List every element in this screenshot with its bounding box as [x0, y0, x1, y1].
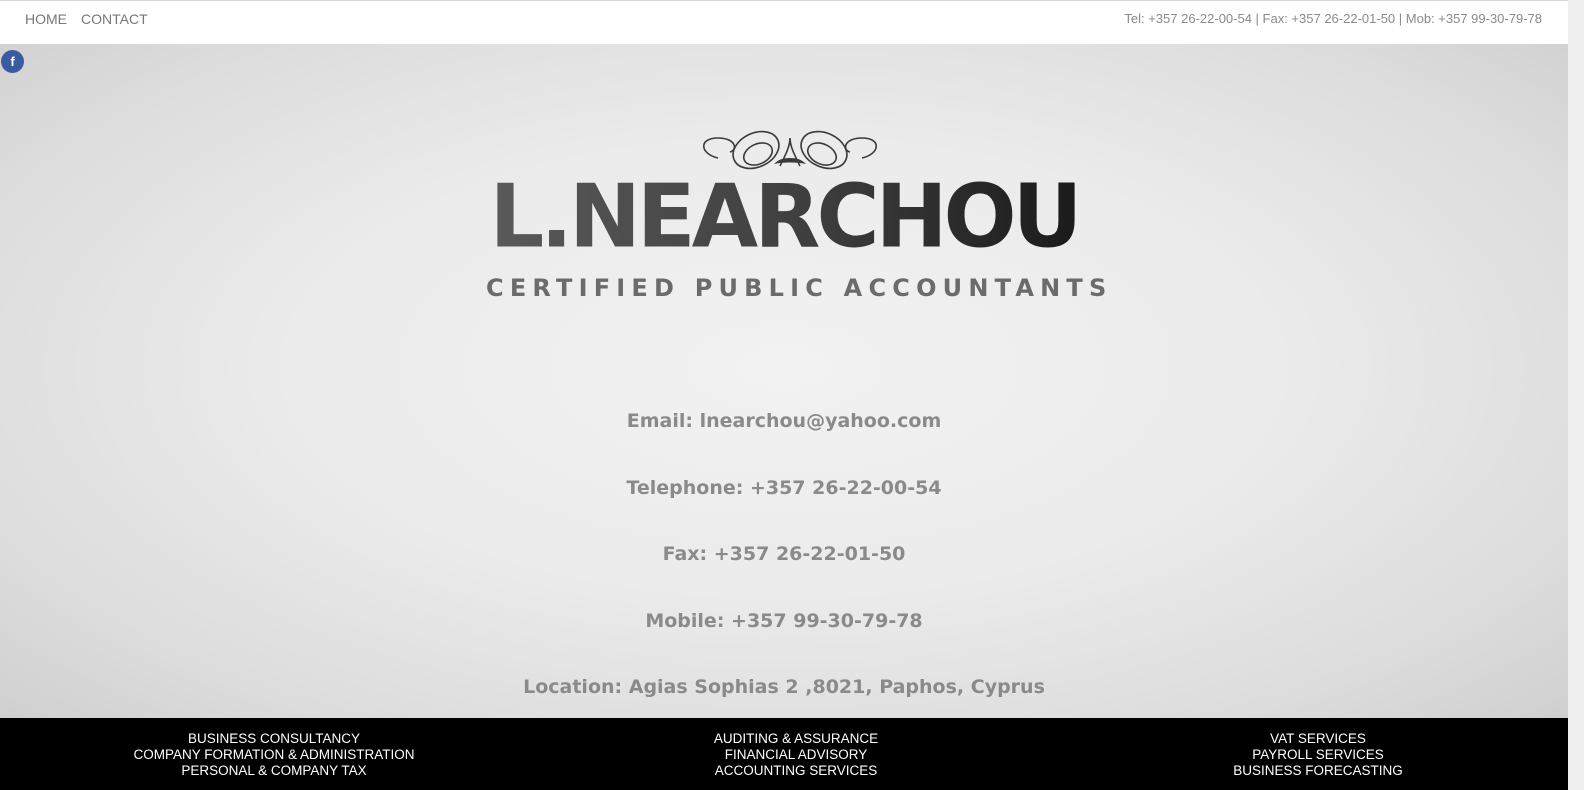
- service-link[interactable]: ACCOUNTING SERVICES: [646, 763, 946, 779]
- service-link[interactable]: PERSONAL & COMPANY TAX: [124, 763, 424, 779]
- email-line: Email: lnearchou@yahoo.com: [626, 410, 942, 432]
- contact-info-list: Email: lnearchou@yahoo.com Telephone: +3…: [0, 406, 1568, 718]
- top-contact-info: Tel: +357 26-22-00-54 | Fax: +357 26-22-…: [1124, 11, 1542, 26]
- top-bar: HOME CONTACT Tel: +357 26-22-00-54 | Fax…: [0, 0, 1568, 44]
- service-link[interactable]: BUSINESS FORECASTING: [1168, 763, 1468, 779]
- fax-line: Fax: +357 26-22-01-50: [662, 543, 906, 565]
- service-link[interactable]: VAT SERVICES: [1168, 731, 1468, 747]
- mobile-line: Mobile: +357 99-30-79-78: [645, 609, 923, 632]
- service-link[interactable]: AUDITING & ASSURANCE: [646, 731, 946, 747]
- service-link[interactable]: BUSINESS CONSULTANCY: [124, 731, 424, 747]
- service-link[interactable]: COMPANY FORMATION & ADMINISTRATION: [124, 747, 424, 763]
- page: HOME CONTACT Tel: +357 26-22-00-54 | Fax…: [0, 0, 1584, 790]
- services-column-2: AUDITING & ASSURANCE FINANCIAL ADVISORY …: [646, 731, 946, 779]
- scrollbar[interactable]: [1568, 0, 1584, 790]
- main-nav: HOME CONTACT: [25, 11, 148, 27]
- nav-home-link[interactable]: HOME: [25, 11, 67, 27]
- services-footer: BUSINESS CONSULTANCY COMPANY FORMATION &…: [0, 718, 1568, 790]
- logo-tagline: CERTIFIED PUBLIC ACCOUNTANTS: [486, 274, 1113, 302]
- company-logo: L.NEARCHOU CERTIFIED PUBLIC ACCOUNTANTS: [486, 128, 1113, 308]
- service-link[interactable]: FINANCIAL ADVISORY: [646, 747, 946, 763]
- logo-name: L.NEARCHOU: [486, 171, 1082, 263]
- services-column-1: BUSINESS CONSULTANCY COMPANY FORMATION &…: [124, 731, 424, 779]
- service-link[interactable]: PAYROLL SERVICES: [1168, 747, 1468, 763]
- services-column-3: VAT SERVICES PAYROLL SERVICES BUSINESS F…: [1168, 731, 1468, 779]
- telephone-line: Telephone: +357 26-22-00-54: [626, 476, 942, 499]
- hero-section: f L.NEARCHOU CERTIFIED PUBLIC ACCOUNTANT…: [0, 44, 1568, 718]
- facebook-icon[interactable]: f: [1, 50, 24, 73]
- location-line: Location: Agias Sophias 2 ,8021, Paphos,…: [523, 676, 1045, 698]
- nav-contact-link[interactable]: CONTACT: [81, 11, 148, 27]
